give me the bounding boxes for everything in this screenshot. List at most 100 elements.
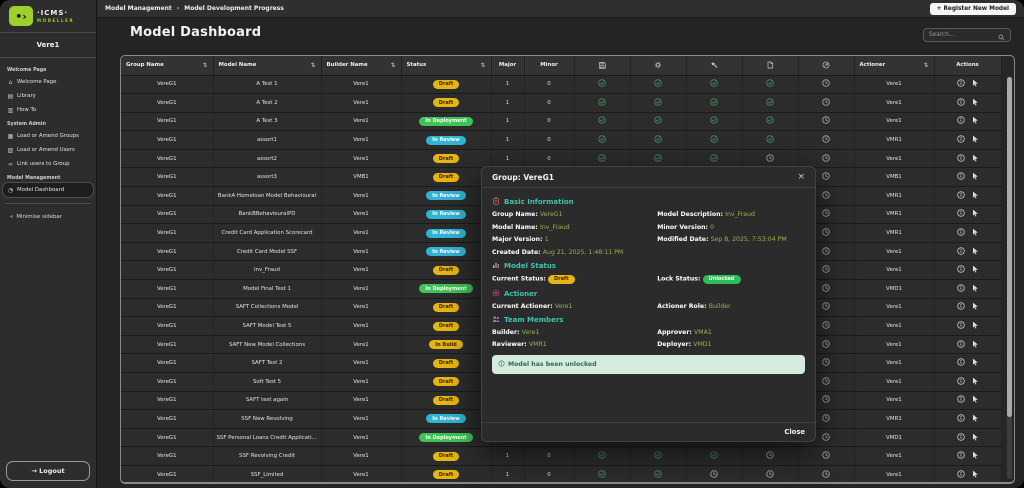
select-cursor-icon[interactable] — [971, 284, 979, 294]
select-cursor-icon[interactable] — [971, 470, 979, 480]
actions-cell — [934, 224, 1001, 243]
sort-icon[interactable]: ⇅ — [390, 62, 395, 69]
check-circle-icon — [710, 83, 718, 89]
actions-cell — [934, 428, 1001, 447]
table-row[interactable]: VereG1SSF_LimitedVere1Draft10Vere1 — [121, 465, 1001, 484]
info-icon[interactable] — [957, 247, 965, 257]
select-cursor-icon[interactable] — [971, 358, 979, 368]
table-row[interactable]: VereG1A Test 1Vere1Draft10Vere1 — [121, 75, 1001, 94]
info-icon[interactable] — [957, 321, 965, 331]
table-row[interactable]: VereG1A Test 2Vere1Draft10Vere1 — [121, 94, 1001, 113]
select-cursor-icon[interactable] — [971, 172, 979, 182]
info-icon[interactable] — [957, 451, 965, 461]
vertical-scrollbar[interactable] — [1007, 77, 1012, 479]
sort-icon[interactable]: ⇅ — [480, 62, 485, 69]
select-cursor-icon[interactable] — [971, 414, 979, 424]
current-user: Vere1 — [0, 33, 96, 58]
sidebar-item-model-dashboard[interactable]: ◔Model Dashboard — [3, 183, 93, 197]
column-header-status[interactable]: Status⇅ — [401, 56, 491, 75]
register-new-model-button[interactable]: + Register New Model — [930, 3, 1016, 15]
sidebar-item-welcome-page[interactable]: ⌂Welcome Page — [3, 75, 93, 89]
major-cell: 1 — [491, 112, 524, 131]
actioner-cell: Vere1 — [854, 391, 934, 410]
info-icon[interactable] — [957, 414, 965, 424]
info-icon[interactable] — [957, 265, 965, 275]
clock-icon — [822, 269, 830, 275]
builder-name-cell: Vere1 — [321, 187, 401, 206]
sidebar-item-how-to[interactable]: ▥How To — [3, 103, 93, 117]
info-icon[interactable] — [957, 377, 965, 387]
info-icon[interactable] — [957, 172, 965, 182]
search-icon — [998, 26, 1005, 45]
minor-cell: 0 — [524, 94, 574, 113]
minimise-sidebar-button[interactable]: «Minimise sidebar — [3, 210, 93, 224]
select-cursor-icon[interactable] — [971, 302, 979, 312]
sidebar-item-library[interactable]: ▤Library — [3, 89, 93, 103]
sort-icon[interactable]: ⇅ — [310, 62, 315, 69]
info-icon[interactable] — [957, 284, 965, 294]
stage-complete-cell — [574, 131, 630, 150]
column-header-builder-name[interactable]: Builder Name⇅ — [321, 56, 401, 75]
sidebar-item-load-or-amend-users[interactable]: ▧Load or Amend Users — [3, 143, 93, 157]
table-row[interactable]: VereG1assort1Vere1In Review10VMR1 — [121, 131, 1001, 150]
column-header-actioner[interactable]: Actioner⇅ — [854, 56, 934, 75]
select-cursor-icon[interactable] — [971, 451, 979, 461]
check-circle-icon — [598, 158, 606, 164]
builder-name-cell: Vere1 — [321, 410, 401, 429]
stage-complete-cell — [686, 131, 742, 150]
table-row[interactable]: VereG1A Test 3Vere1In Deployment10Vere1 — [121, 112, 1001, 131]
table-row[interactable]: VereG1SSF Revolving CreditVere1Draft10Ve… — [121, 447, 1001, 466]
info-icon[interactable] — [957, 228, 965, 238]
column-header-group-name[interactable]: Group Name⇅ — [121, 56, 213, 75]
select-cursor-icon[interactable] — [971, 116, 979, 126]
info-icon[interactable] — [957, 135, 965, 145]
field-value: Inv_Fraud — [725, 211, 755, 218]
scrollbar-thumb[interactable] — [1007, 77, 1012, 417]
status-cell: In Review — [401, 131, 491, 150]
search-input[interactable]: Search... — [923, 28, 1011, 42]
info-icon[interactable] — [957, 470, 965, 480]
sidebar-item-link-users-to-group[interactable]: ∞Link users to Group — [3, 157, 93, 171]
select-cursor-icon[interactable] — [971, 98, 979, 108]
logout-button[interactable]: → Logout — [6, 461, 90, 481]
info-icon[interactable] — [957, 209, 965, 219]
close-button[interactable]: Close — [784, 428, 805, 436]
breadcrumb-item[interactable]: Model Management — [105, 5, 172, 12]
select-cursor-icon[interactable] — [971, 265, 979, 275]
modal-body: Basic Information Group Name: VereG1Mode… — [482, 188, 815, 422]
select-cursor-icon[interactable] — [971, 433, 979, 443]
sort-icon[interactable]: ⇅ — [923, 62, 928, 69]
major-cell: 1 — [491, 94, 524, 113]
select-cursor-icon[interactable] — [971, 321, 979, 331]
select-cursor-icon[interactable] — [971, 154, 979, 164]
info-icon[interactable] — [957, 116, 965, 126]
builder-name-cell: Vere1 — [321, 112, 401, 131]
info-icon[interactable] — [957, 154, 965, 164]
status-badge: Draft — [433, 303, 460, 312]
info-icon[interactable] — [957, 358, 965, 368]
info-icon[interactable] — [957, 191, 965, 201]
select-cursor-icon[interactable] — [971, 79, 979, 89]
column-header-model-name[interactable]: Model Name⇅ — [213, 56, 321, 75]
check-circle-icon — [654, 83, 662, 89]
info-icon[interactable] — [957, 302, 965, 312]
close-icon[interactable]: × — [797, 173, 805, 182]
sort-icon[interactable]: ⇅ — [202, 62, 207, 69]
select-cursor-icon[interactable] — [971, 377, 979, 387]
info-icon[interactable] — [957, 79, 965, 89]
select-cursor-icon[interactable] — [971, 209, 979, 219]
select-cursor-icon[interactable] — [971, 228, 979, 238]
stage-complete-cell — [742, 112, 798, 131]
select-cursor-icon[interactable] — [971, 247, 979, 257]
modal-footer: Close — [482, 422, 815, 441]
sidebar-item-load-or-amend-groups[interactable]: ▦Load or Amend Groups — [3, 129, 93, 143]
clock-icon — [766, 474, 774, 480]
info-icon[interactable] — [957, 98, 965, 108]
info-icon[interactable] — [957, 395, 965, 405]
select-cursor-icon[interactable] — [971, 395, 979, 405]
select-cursor-icon[interactable] — [971, 191, 979, 201]
info-icon[interactable] — [957, 433, 965, 443]
info-icon[interactable] — [957, 340, 965, 350]
select-cursor-icon[interactable] — [971, 340, 979, 350]
select-cursor-icon[interactable] — [971, 135, 979, 145]
